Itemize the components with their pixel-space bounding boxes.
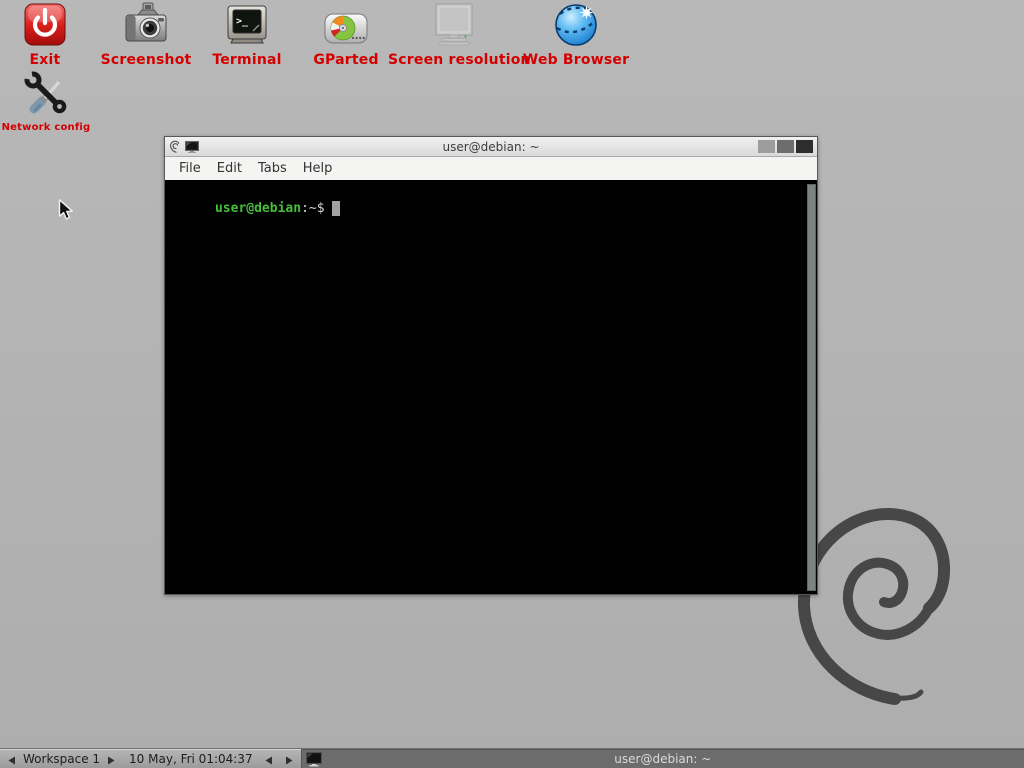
menu-file[interactable]: File xyxy=(171,158,209,179)
icon-label: Screen resolution xyxy=(388,52,520,68)
taskbar-clock[interactable]: 10 May, Fri 01:04:37 xyxy=(121,752,261,766)
terminal-screen[interactable]: user@debian:~$ xyxy=(165,181,817,594)
task-button-label: user@debian: ~ xyxy=(614,752,711,766)
menu-tabs[interactable]: Tabs xyxy=(250,158,295,179)
window-titlebar[interactable]: user@debian: ~ xyxy=(165,137,817,157)
menubar: File Edit Tabs Help xyxy=(165,157,817,180)
mouse-cursor xyxy=(58,199,76,225)
terminal-scrollbar[interactable] xyxy=(807,184,816,591)
taskbar: Workspace 1 10 May, Fri 01:04:37 user@de… xyxy=(0,748,1024,768)
icon-label: Network config xyxy=(0,122,112,133)
tasklist-next-icon[interactable] xyxy=(285,754,293,763)
task-button-terminal[interactable]: user@debian: ~ xyxy=(301,749,1024,768)
prompt-user-host: user@debian xyxy=(215,201,301,216)
debian-swirl-icon xyxy=(169,140,181,153)
shell-prompt: user@debian:~$ xyxy=(168,186,340,231)
task-terminal-icon xyxy=(306,752,322,768)
workspace-label[interactable]: Workspace 1 xyxy=(23,752,100,766)
terminal-window[interactable]: user@debian: ~ File Edit Tabs Help user@… xyxy=(164,136,818,595)
desktop-icon-network-config[interactable]: Network config xyxy=(0,70,112,133)
icon-label: Web Browser xyxy=(510,52,642,68)
terminal-app-icon xyxy=(185,141,199,153)
tools-icon xyxy=(0,70,112,118)
desktop-icon-screen-resolution[interactable]: Screen resolution xyxy=(388,0,520,68)
terminal-cursor xyxy=(332,201,340,216)
tasklist-prev-icon[interactable] xyxy=(265,754,273,763)
maximize-button[interactable] xyxy=(777,140,794,153)
minimize-button[interactable] xyxy=(758,140,775,153)
close-button[interactable] xyxy=(796,140,813,153)
menu-help[interactable]: Help xyxy=(295,158,341,179)
globe-icon xyxy=(510,0,642,48)
svg-text:>_: >_ xyxy=(236,16,249,27)
workspace-switcher: Workspace 1 xyxy=(0,752,121,766)
workspace-prev-icon[interactable] xyxy=(8,754,16,763)
window-title: user@debian: ~ xyxy=(165,140,817,154)
workspace-next-icon[interactable] xyxy=(107,754,115,763)
tasklist-scroll-arrows xyxy=(261,754,301,763)
prompt-path: :~$ xyxy=(301,201,324,216)
monitor-icon xyxy=(388,0,520,48)
menu-edit[interactable]: Edit xyxy=(209,158,250,179)
desktop-icon-web-browser[interactable]: Web Browser xyxy=(510,0,642,68)
